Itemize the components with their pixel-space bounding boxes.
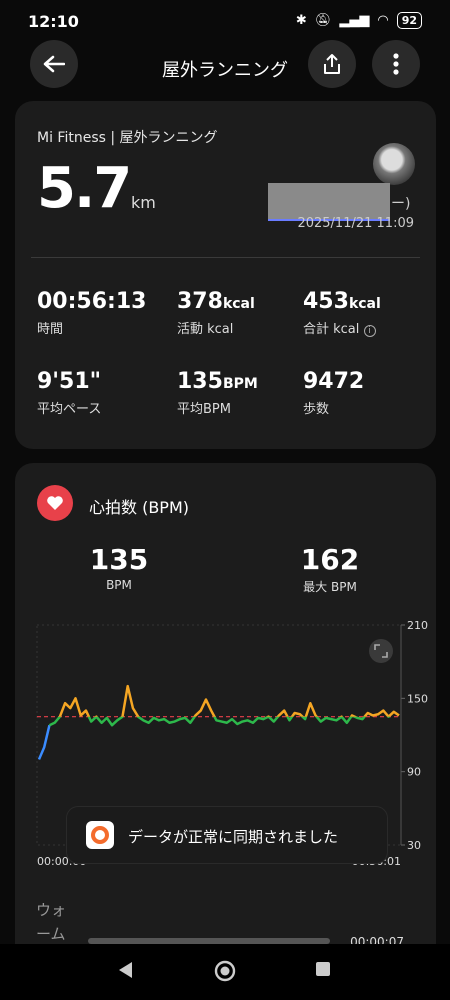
- status-time: 12:10: [28, 12, 79, 31]
- chart-y-ticks: 210 150 90 30: [407, 619, 428, 852]
- stat-unit: kcal: [222, 296, 255, 312]
- app-icon: [86, 821, 114, 849]
- nav-back-icon[interactable]: [116, 960, 134, 980]
- wifi-icon: ◠: [377, 13, 389, 28]
- max-bpm-block: 162 最大 BPM: [270, 543, 390, 595]
- stat-steps: 9472 歩数: [303, 369, 364, 417]
- stat-value: 9472: [303, 369, 365, 394]
- system-nav-bar: [0, 944, 450, 1000]
- stat-label: 歩数: [303, 402, 330, 417]
- more-options-button[interactable]: [372, 40, 420, 88]
- avg-bpm-block: 135 BPM: [59, 543, 179, 592]
- stat-value: 453: [303, 289, 349, 314]
- more-vert-icon: [393, 53, 399, 75]
- stat-label: 時間: [37, 322, 64, 337]
- status-icons: ✱ 🔕︎ ▂▄▆ ◠ 92: [296, 12, 422, 29]
- status-bar: 12:10 ✱ 🔕︎ ▂▄▆ ◠ 92: [0, 0, 450, 42]
- workout-summary-card: Mi Fitness | 屋外ランニング 5.7 km ー) 2025/11/2…: [15, 101, 436, 449]
- nav-home-icon[interactable]: [214, 960, 236, 982]
- y-tick-label: 150: [407, 692, 428, 705]
- stat-label: 合計 kcal: [303, 322, 360, 337]
- share-icon: [324, 54, 340, 74]
- stat-label: 平均BPM: [177, 402, 231, 417]
- stat-value: 9'51": [37, 369, 102, 394]
- heart-rate-title: 心拍数 (BPM): [89, 498, 190, 517]
- sync-toast: データが正常に同期されました: [66, 806, 388, 864]
- signal-icon: ▂▄▆: [339, 13, 370, 28]
- avatar[interactable]: [373, 143, 415, 185]
- stat-duration: 00:56:13 時間: [37, 289, 146, 337]
- workout-datetime: 2025/11/21 11:09: [297, 216, 414, 231]
- y-tick-label: 90: [407, 766, 421, 779]
- device-suffix: ー): [391, 196, 411, 212]
- series-line-below-average: [48, 716, 391, 727]
- divider: [31, 257, 420, 258]
- warmup-label: ウォーム: [36, 901, 67, 943]
- bluetooth-icon: ✱: [295, 13, 307, 28]
- info-icon[interactable]: i: [363, 325, 376, 337]
- stat-label: 平均ペース: [37, 402, 102, 417]
- y-tick-label: 210: [407, 619, 428, 632]
- stat-label: 活動 kcal: [177, 322, 234, 337]
- max-bpm-caption: 最大 BPM: [303, 580, 357, 594]
- stat-value: 00:56:13: [37, 289, 147, 314]
- share-button[interactable]: [308, 40, 356, 88]
- heart-icon: [37, 485, 73, 521]
- series-line-above-average: [58, 684, 400, 717]
- start-segment: [37, 724, 51, 760]
- workout-source: Mi Fitness | 屋外ランニング: [37, 130, 218, 146]
- heart-rate-card: 心拍数 (BPM) 135 BPM 162 最大 BPM 210 150 90 30 …: [15, 463, 436, 963]
- stat-value: 378: [177, 289, 223, 314]
- distance-value: 5.7: [37, 156, 132, 221]
- avg-bpm-caption: BPM: [106, 578, 132, 592]
- stat-active-kcal: 378kcal 活動 kcal: [177, 289, 255, 337]
- stat-avg-pace: 9'51" 平均ペース: [37, 369, 101, 417]
- avg-bpm-value: 135: [89, 543, 149, 576]
- stat-value: 135: [177, 369, 223, 394]
- distance-unit: km: [131, 193, 156, 212]
- stat-unit: kcal: [348, 296, 381, 312]
- expand-chart-button[interactable]: [369, 639, 393, 663]
- toast-message: データが正常に同期されました: [128, 828, 339, 846]
- stat-total-kcal: 453kcal 合計 kcal i: [303, 289, 381, 337]
- stat-unit: BPM: [222, 376, 258, 392]
- battery-indicator: 92: [396, 12, 422, 29]
- mute-icon: 🔕︎: [314, 13, 332, 28]
- stat-avg-bpm: 135BPM 平均BPM: [177, 369, 258, 417]
- max-bpm-value: 162: [300, 543, 360, 576]
- nav-recents-icon[interactable]: [314, 960, 332, 978]
- y-tick-label: 30: [407, 839, 421, 852]
